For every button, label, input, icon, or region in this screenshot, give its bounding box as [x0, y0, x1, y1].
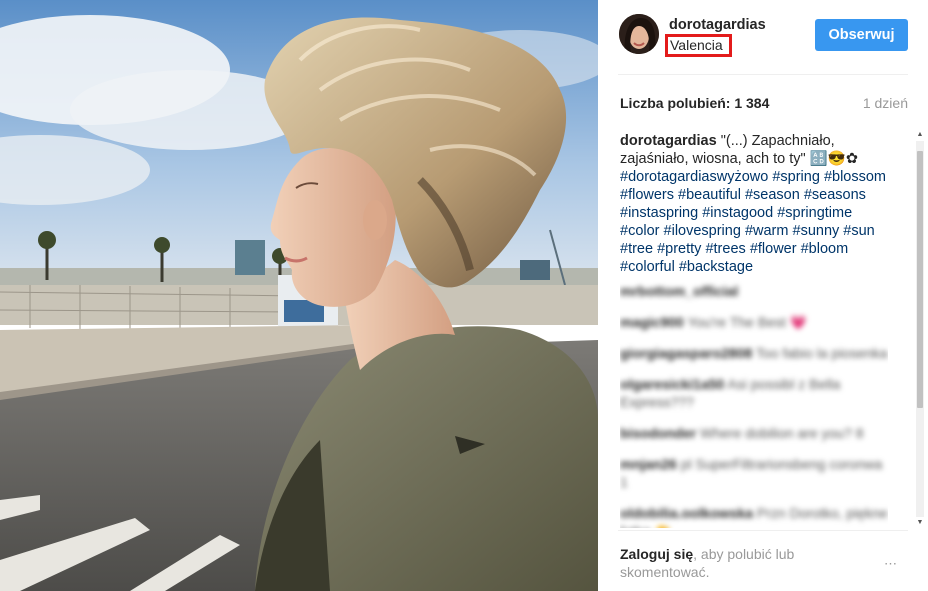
- comment-item: mrbottom_official: [620, 282, 888, 300]
- comment-item: giorgiagasparo2808 Too fabio la piosenka: [620, 344, 888, 362]
- comment-username[interactable]: olgaresicki1a50: [620, 376, 724, 392]
- comment-username[interactable]: oldobilia.oolkowska: [620, 505, 753, 521]
- more-options-icon[interactable]: ⋯: [884, 556, 899, 572]
- hashtag-link[interactable]: #springtime: [777, 205, 852, 221]
- comment-item: magic900 You're The Best 💗: [620, 313, 888, 331]
- post-age[interactable]: 1 dzień: [863, 95, 908, 111]
- hashtag-link[interactable]: #dorotagardiaswyżowo: [620, 169, 768, 185]
- comment-item: olgaresicki1a50 Asi possibl z Bella Expr…: [620, 375, 888, 411]
- blurred-comments: mrbottom_official magic900 You're The Be…: [620, 282, 888, 528]
- caption-username[interactable]: dorotagardias: [620, 133, 717, 149]
- hashtag-link[interactable]: #bloom: [801, 241, 849, 257]
- avatar[interactable]: [619, 14, 659, 54]
- comment-item: bisodonder Where dobilion are you? 8: [620, 424, 888, 442]
- comment-item: mnjan26 pl SuperFiltrarionsbeng coronwa …: [620, 455, 888, 491]
- hashtag-link[interactable]: #pretty: [657, 241, 701, 257]
- post-photo[interactable]: [0, 0, 598, 591]
- comment-text: Too fabio la piosenka: [752, 345, 888, 361]
- hashtag-link[interactable]: #blossom: [824, 169, 886, 185]
- divider: [618, 530, 908, 531]
- hashtag-link[interactable]: #trees: [705, 241, 745, 257]
- login-link[interactable]: Zaloguj się: [620, 546, 693, 562]
- hashtag-link[interactable]: #backstage: [679, 259, 753, 275]
- hashtag-link[interactable]: #instagood: [702, 205, 773, 221]
- comment-username[interactable]: magic900: [620, 314, 684, 330]
- scrollbar-track[interactable]: [916, 141, 924, 517]
- username-link[interactable]: dorotagardias: [669, 17, 766, 33]
- hashtag-link[interactable]: #spring: [772, 169, 820, 185]
- hashtag-link[interactable]: #sun: [843, 223, 874, 239]
- follow-button[interactable]: Obserwuj: [815, 19, 908, 51]
- caption: dorotagardias "(...) Zapachniało, zajaśn…: [620, 132, 888, 276]
- likes-count[interactable]: Liczba polubień: 1 384: [620, 95, 769, 111]
- login-prompt: Zaloguj się, aby polubić lub skomentować…: [620, 545, 840, 581]
- hashtag-link[interactable]: #flowers: [620, 187, 674, 203]
- hashtag-link[interactable]: #tree: [620, 241, 653, 257]
- comment-username[interactable]: mnjan26: [620, 456, 677, 472]
- divider: [618, 74, 908, 75]
- caption-hashtags: #dorotagardiaswyżowo #spring #blossom #f…: [620, 169, 886, 275]
- comments-list[interactable]: dorotagardias "(...) Zapachniało, zajaśn…: [620, 132, 888, 528]
- hashtag-link[interactable]: #sunny: [793, 223, 840, 239]
- comment-username[interactable]: bisodonder: [620, 425, 696, 441]
- comment-username[interactable]: mrbottom_official: [620, 283, 738, 299]
- arrow-up-icon[interactable]: ▲: [915, 130, 925, 140]
- hashtag-link[interactable]: #season: [745, 187, 800, 203]
- comment-text: Where dobilion are you? 8: [696, 425, 864, 441]
- location-link[interactable]: Valencia: [665, 34, 732, 57]
- scrollbar-thumb[interactable]: [917, 151, 923, 408]
- comment-username[interactable]: giorgiagasparo2808: [620, 345, 752, 361]
- comment-text: You're The Best 💗: [683, 314, 808, 330]
- hashtag-link[interactable]: #beautiful: [678, 187, 741, 203]
- hashtag-link[interactable]: #instaspring: [620, 205, 698, 221]
- post-header: dorotagardias Valencia Obserwuj: [598, 0, 928, 74]
- hashtag-link[interactable]: #seasons: [804, 187, 866, 203]
- hashtag-link[interactable]: #ilovespring: [664, 223, 741, 239]
- hashtag-link[interactable]: #flower: [750, 241, 797, 257]
- arrow-down-icon[interactable]: ▼: [915, 518, 925, 528]
- hashtag-link[interactable]: #colorful: [620, 259, 675, 275]
- hashtag-link[interactable]: #warm: [745, 223, 789, 239]
- post-details-panel: dorotagardias Valencia Obserwuj Liczba p…: [598, 0, 928, 591]
- hashtag-link[interactable]: #color: [620, 223, 660, 239]
- comments-scrollbar[interactable]: ▲ ▼: [915, 130, 925, 528]
- comment-item: oldobilia.oolkowska Przn Dorotko, piękne…: [620, 504, 888, 528]
